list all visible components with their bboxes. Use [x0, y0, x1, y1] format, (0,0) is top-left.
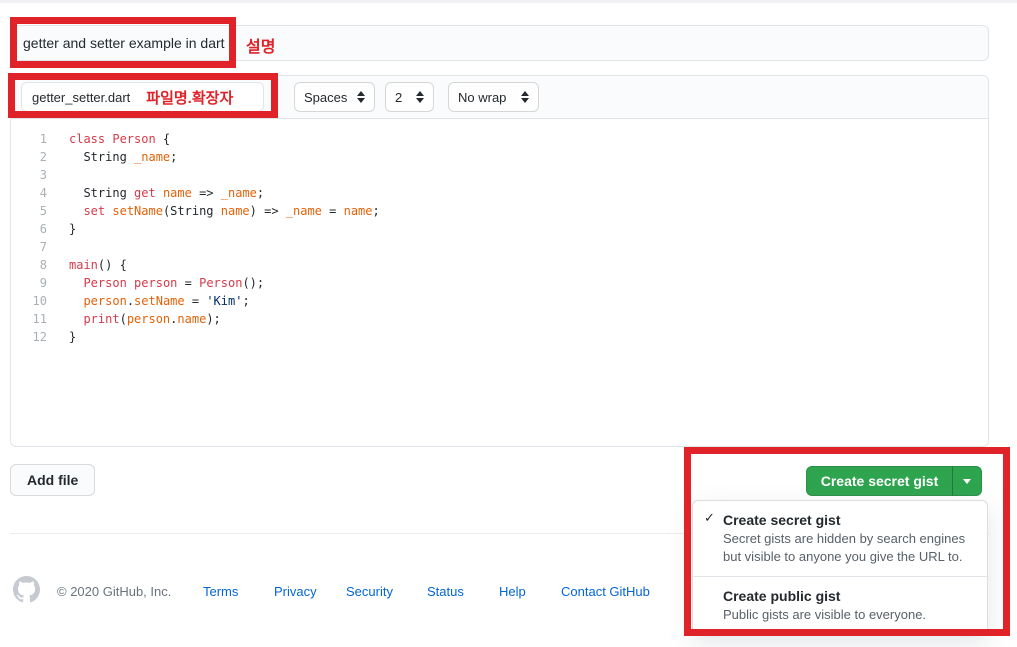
footer-link-security[interactable]: Security [346, 584, 393, 599]
select-caret-icon [357, 91, 365, 103]
code-text: class Person { [69, 130, 170, 148]
wrap-mode-select[interactable]: No wrap [448, 82, 539, 112]
line-number: 11 [11, 310, 47, 328]
menu-item-description: Public gists are visible to everyone. [723, 606, 971, 624]
code-line: 4 String get name => _name; [11, 184, 988, 202]
menu-item-create-public-gist[interactable]: Create public gistPublic gists are visib… [693, 576, 987, 634]
line-number: 6 [11, 220, 47, 238]
footer-link-terms[interactable]: Terms [203, 584, 238, 599]
indent-mode-select[interactable]: Spaces [294, 82, 375, 112]
code-line: 9 Person person = Person(); [11, 274, 988, 292]
footer-copyright: © 2020 GitHub, Inc. [57, 584, 171, 599]
gist-create-page: 설명 getter_setter.dart 파일명.확장자 Spaces 2 N… [0, 0, 1017, 647]
wrap-mode-value: No wrap [458, 90, 506, 105]
code-line: 6} [11, 220, 988, 238]
top-strip [0, 0, 1017, 3]
checkmark-icon: ✓ [704, 510, 715, 526]
line-number: 3 [11, 166, 47, 184]
code-text: String get name => _name; [69, 184, 264, 202]
filename-value: getter_setter.dart [32, 90, 130, 105]
code-line: 2 String _name; [11, 148, 988, 166]
annotation-filename-label: 파일명.확장자 [146, 87, 233, 108]
code-text: Person person = Person(); [69, 274, 264, 292]
create-secret-gist-button[interactable]: Create secret gist [806, 466, 952, 496]
gist-visibility-menu: ✓ Create secret gistSecret gists are hidd… [692, 500, 988, 635]
code-line: 8 main() { [11, 256, 988, 274]
code-line: 1 class Person { [11, 130, 988, 148]
code-line: 5 set setName(String name) => _name = na… [11, 202, 988, 220]
indent-mode-value: Spaces [304, 90, 347, 105]
code-text: set setName(String name) => _name = name… [69, 202, 380, 220]
menu-item-title: Create public gist [723, 586, 971, 606]
gist-description-input[interactable] [10, 25, 989, 61]
code-line: 11 print(person.name); [11, 310, 988, 328]
line-number: 10 [11, 292, 47, 310]
create-gist-split-button: Create secret gist [806, 466, 982, 496]
gist-editor-card: getter_setter.dart 파일명.확장자 Spaces 2 No w… [10, 75, 989, 447]
menu-item-create-secret-gist[interactable]: ✓ Create secret gistSecret gists are hidd… [693, 501, 987, 576]
footer-link-help[interactable]: Help [499, 584, 526, 599]
select-caret-icon [521, 91, 529, 103]
line-number: 8 [11, 256, 47, 274]
code-line: 7 [11, 238, 988, 256]
line-number: 7 [11, 238, 47, 256]
indent-width-value: 2 [395, 90, 402, 105]
code-line: 10 person.setName = 'Kim'; [11, 292, 988, 310]
line-number: 5 [11, 202, 47, 220]
code-line: 12} [11, 328, 988, 346]
annotation-description-label: 설명 [246, 33, 275, 57]
select-caret-icon [416, 91, 424, 103]
line-number: 2 [11, 148, 47, 166]
dropdown-caret-icon [963, 479, 971, 484]
line-number: 1 [11, 130, 47, 148]
filename-input[interactable]: getter_setter.dart 파일명.확장자 [21, 82, 264, 112]
menu-item-description: Secret gists are hidden by search engine… [723, 530, 971, 566]
code-text: } [69, 220, 76, 238]
code-text: String _name; [69, 148, 177, 166]
code-line: 3 [11, 166, 988, 184]
editor-header: getter_setter.dart 파일명.확장자 Spaces 2 No w… [11, 76, 988, 119]
code-text: } [69, 328, 76, 346]
line-number: 9 [11, 274, 47, 292]
menu-item-title: Create secret gist [723, 510, 971, 530]
indent-width-select[interactable]: 2 [385, 82, 434, 112]
add-file-button[interactable]: Add file [10, 464, 95, 496]
code-text: person.setName = 'Kim'; [69, 292, 250, 310]
code-editor[interactable]: 1class Person {2 String _name;34 String … [11, 119, 988, 346]
footer-link-p[interactable]: P [683, 584, 692, 599]
line-number: 4 [11, 184, 47, 202]
footer-link-privacy[interactable]: Privacy [274, 584, 317, 599]
line-number: 12 [11, 328, 47, 346]
code-text: main() { [69, 256, 127, 274]
github-logo-icon[interactable] [13, 576, 40, 608]
footer-link-contact-github[interactable]: Contact GitHub [561, 584, 650, 599]
create-gist-dropdown-toggle[interactable] [952, 466, 982, 496]
code-text: print(person.name); [69, 310, 221, 328]
footer-link-status[interactable]: Status [427, 584, 464, 599]
